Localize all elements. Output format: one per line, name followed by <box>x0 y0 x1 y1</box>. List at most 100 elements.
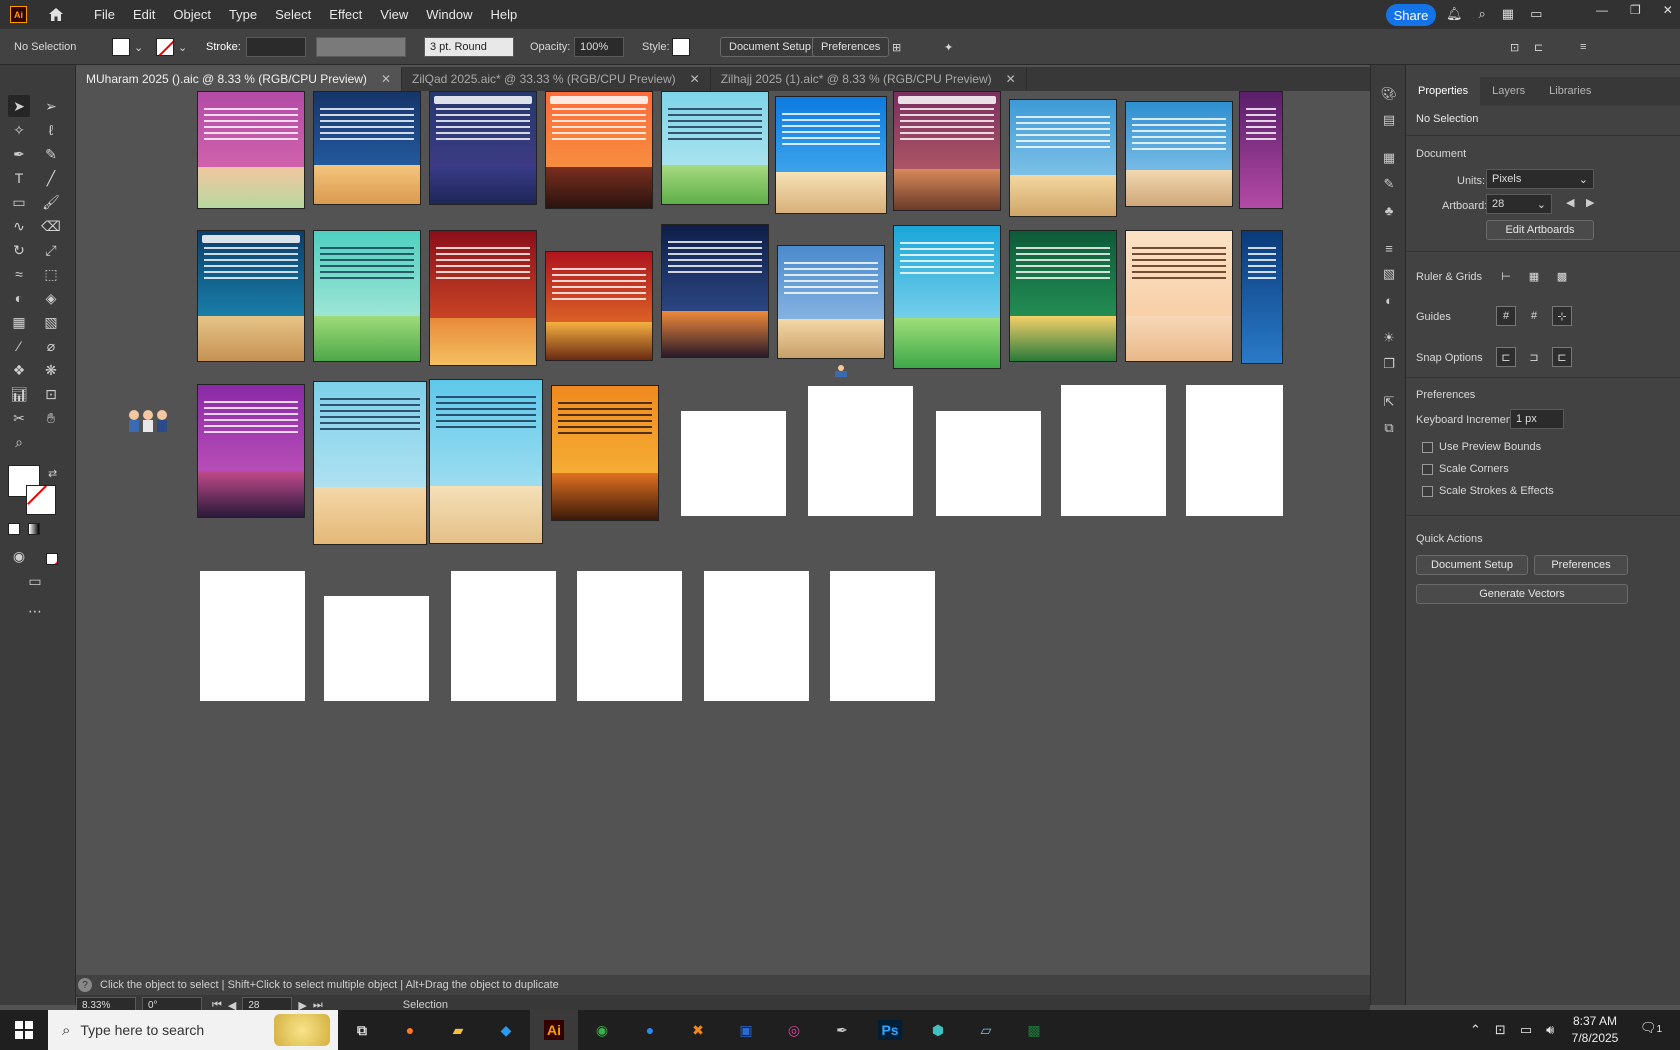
blank-artboard[interactable] <box>936 411 1041 516</box>
tab-libraries[interactable]: Libraries <box>1537 77 1603 105</box>
appearance-panel-icon[interactable]: ☀ <box>1380 329 1398 347</box>
shape-builder-icon[interactable]: ◐ <box>8 287 30 309</box>
close-icon[interactable]: ✕ <box>1663 3 1673 17</box>
arrange-documents-icon[interactable]: ▦ <box>1502 6 1514 22</box>
blank-artboard[interactable] <box>577 571 682 701</box>
menu-view[interactable]: View <box>371 7 417 22</box>
gradient-tool-icon[interactable]: ▧ <box>40 311 62 333</box>
artboard-thumbnail[interactable] <box>197 91 305 209</box>
blank-artboard[interactable] <box>704 571 809 701</box>
battery-icon[interactable]: ▭ <box>1520 1022 1532 1038</box>
align-options-icon[interactable]: ⊡ <box>1510 37 1519 57</box>
blank-artboard[interactable] <box>200 571 305 701</box>
firefox-icon[interactable]: ● <box>386 1010 434 1050</box>
export-panel-icon[interactable]: ⇱ <box>1380 393 1398 411</box>
measure-icon[interactable]: ⌀ <box>40 335 62 357</box>
grid-icon[interactable]: ▦ <box>1524 266 1544 286</box>
taskbar-clock[interactable]: 8:37 AM 7/8/2025 <box>1567 1013 1623 1047</box>
document-setup-button[interactable]: Document Setup <box>720 37 820 57</box>
stroke-weight-field[interactable] <box>246 37 306 57</box>
lasso-icon[interactable]: ℓ <box>40 119 62 141</box>
blank-artboard[interactable] <box>681 411 786 516</box>
blank-artboard[interactable] <box>808 386 913 516</box>
rectangle-tool-icon[interactable]: ▭ <box>8 191 30 213</box>
artboard-thumbnail[interactable] <box>1125 230 1233 362</box>
gradient-panel-icon[interactable]: ▧ <box>1380 265 1398 283</box>
people-illustration[interactable] <box>126 407 172 433</box>
artboard-canvas[interactable] <box>76 91 1370 975</box>
symbol-sprayer-icon[interactable]: ❋ <box>40 359 62 381</box>
smart-guides-icon[interactable]: ⊹ <box>1552 306 1572 326</box>
ruler-icon[interactable]: ⊢ <box>1496 266 1516 286</box>
use-preview-bounds-checkbox[interactable] <box>1422 442 1433 453</box>
artboard-thumbnail[interactable] <box>313 230 421 362</box>
previous-artboard-icon[interactable]: ◀ <box>1566 196 1574 209</box>
chrome-icon[interactable]: ◉ <box>578 1010 626 1050</box>
variable-width-profile[interactable] <box>316 37 406 57</box>
app-icon[interactable]: ⬢ <box>914 1010 962 1050</box>
color-mode-icon[interactable] <box>8 523 20 535</box>
direct-selection-tool-icon[interactable]: ➢ <box>40 95 62 117</box>
artboard-thumbnail[interactable] <box>551 385 659 521</box>
paintbrush-icon[interactable]: 🖌︎ <box>40 191 62 213</box>
transparency-grid-icon[interactable]: ▩ <box>1552 266 1572 286</box>
stroke-panel-icon[interactable]: ≡ <box>1380 239 1398 257</box>
artboard-thumbnail[interactable] <box>777 245 885 359</box>
hand-tool-icon[interactable]: ✋︎ <box>40 407 62 429</box>
gradient-mode-icon[interactable] <box>28 523 40 535</box>
volume-icon[interactable]: 🔊︎ <box>1546 1022 1554 1038</box>
vscode-icon[interactable]: ◆ <box>482 1010 530 1050</box>
bell-icon[interactable]: 🔔︎ <box>1446 6 1463 22</box>
menu-effect[interactable]: Effect <box>320 7 371 22</box>
home-icon[interactable] <box>47 6 65 24</box>
scale-tool-icon[interactable]: ⤢ <box>40 239 62 261</box>
chevron-down-icon[interactable]: ⌄ <box>178 41 187 54</box>
symbols-panel-icon[interactable]: ♣ <box>1380 201 1398 219</box>
artboard-thumbnail[interactable] <box>313 91 421 205</box>
creative-cloud-icon[interactable]: ◎ <box>770 1010 818 1050</box>
pen-tool-icon[interactable]: ✒ <box>8 143 30 165</box>
chevron-down-icon[interactable]: ⌄ <box>134 41 143 54</box>
share-button[interactable]: Share <box>1386 4 1436 26</box>
live-paint-icon[interactable]: ◈ <box>40 287 62 309</box>
xampp-icon[interactable]: ✖ <box>674 1010 722 1050</box>
selection-tool-icon[interactable]: ➤ <box>8 95 30 117</box>
scale-corners-checkbox[interactable] <box>1422 464 1433 475</box>
preferences-button[interactable]: Preferences <box>812 37 890 57</box>
artboard-thumbnail[interactable] <box>545 251 653 361</box>
edit-artboards-button[interactable]: Edit Artboards <box>1486 220 1594 240</box>
snap-to-point-icon[interactable]: ⊏ <box>1534 37 1543 57</box>
screen-mode-icon[interactable]: ▭ <box>24 570 46 592</box>
curvature-tool-icon[interactable]: ✎ <box>40 143 62 165</box>
color-panel-icon[interactable]: 🎨︎ <box>1380 85 1398 103</box>
snap-to-grid-icon[interactable]: ⊐ <box>1524 347 1544 367</box>
eyedropper-icon[interactable]: ⁄ <box>8 335 30 357</box>
qa-preferences-button[interactable]: Preferences <box>1534 555 1628 575</box>
perspective-grid-icon[interactable]: ▦ <box>8 311 30 333</box>
snap-to-pixel-icon[interactable]: ⊏ <box>1552 347 1572 367</box>
search-icon[interactable]: ⌕ <box>1479 6 1486 22</box>
close-icon[interactable]: ✕ <box>1006 72 1016 86</box>
artboard-select[interactable]: 28 ⌄ <box>1486 194 1552 214</box>
menu-window[interactable]: Window <box>417 7 481 22</box>
artboard-thumbnail[interactable] <box>1239 91 1283 209</box>
outlook-icon[interactable]: ▣ <box>722 1010 770 1050</box>
fill-swatch[interactable] <box>112 38 130 56</box>
zoom-app-icon[interactable]: ● <box>626 1010 674 1050</box>
notes-app-icon[interactable]: ▱ <box>962 1010 1010 1050</box>
figure-illustration[interactable] <box>832 364 850 378</box>
recolor-icon[interactable]: ✦ <box>944 37 953 57</box>
menu-help[interactable]: Help <box>481 7 526 22</box>
document-panel-icon[interactable]: ▤ <box>1380 111 1398 129</box>
qa-document-setup-button[interactable]: Document Setup <box>1416 555 1528 575</box>
artboard-thumbnail[interactable] <box>197 384 305 518</box>
chevron-up-icon[interactable]: ⌃ <box>1470 1022 1481 1038</box>
free-transform-icon[interactable]: ⬚ <box>40 263 62 285</box>
close-icon[interactable]: ✕ <box>381 72 391 86</box>
stroke-swatch[interactable] <box>156 38 174 56</box>
blank-artboard[interactable] <box>830 571 935 701</box>
artboard-thumbnail[interactable] <box>661 224 769 358</box>
brushes-panel-icon[interactable]: ✎ <box>1380 175 1398 193</box>
tab-layers[interactable]: Layers <box>1480 77 1537 105</box>
blank-artboard[interactable] <box>451 571 556 701</box>
